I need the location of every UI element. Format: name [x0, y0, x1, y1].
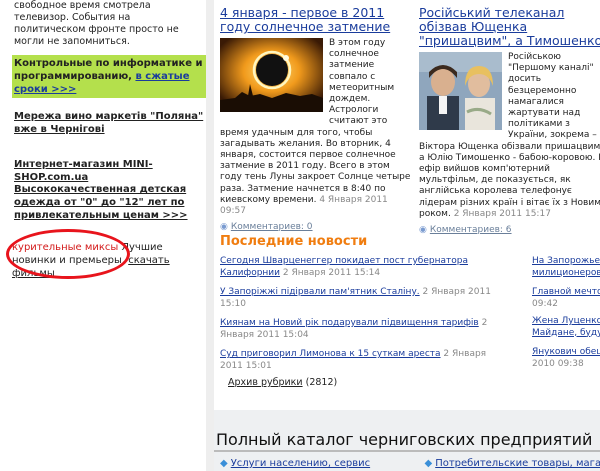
comment-icon: ◉ — [419, 225, 427, 236]
catalog-band: Полный каталог черниговских предприятий … — [214, 410, 600, 471]
goods-icon: ◆ — [424, 458, 433, 469]
services-icon: ◆ — [220, 458, 228, 469]
article-2-date: 2 Января 2011 15:17 — [453, 208, 551, 219]
ad-link-polyana[interactable]: Мережа вино маркетів "Поляна" вже в Черн… — [14, 110, 204, 136]
catalog-title: Полный каталог черниговских предприятий — [216, 430, 593, 449]
ad-link-mini-shop[interactable]: Интернет-магазин MINI-SHOP.com.ua — [14, 158, 204, 184]
archive: Архив рубрики (2812) — [228, 377, 337, 388]
article-1-comments[interactable]: ◉ Комментариев: 0 — [220, 222, 414, 232]
left-sidebar: свободное время смотрела телевизор. Собы… — [0, 0, 206, 471]
main-content: 4 января - первое в 2011 году солнечное … — [214, 0, 600, 410]
catalog-link-services[interactable]: Услуги населению, сервис — [231, 458, 370, 469]
article-1: 4 января - первое в 2011 году солнечное … — [220, 6, 414, 232]
list-item: Киянам на Новий рік подарували підвищенн… — [220, 318, 488, 340]
article-2: Російський телеканал обізвав Ющенка "при… — [419, 6, 600, 235]
news-link[interactable]: Майдане, будут — [532, 328, 600, 338]
promo-block[interactable]: Контрольные по информатике и программиро… — [12, 55, 206, 98]
latest-news-list: Сегодня Шварценеггер покидает пост губер… — [220, 256, 504, 380]
right-news-list: На Запорожье м милиционеров Главной мечт… — [532, 256, 600, 370]
archive-count: (2812) — [305, 377, 338, 388]
article-2-comments[interactable]: ◉ Комментариев: 6 — [419, 225, 600, 235]
list-item: Сегодня Шварценеггер покидает пост губер… — [220, 256, 468, 278]
column-divider — [206, 0, 214, 471]
news-link[interactable]: Главной мечто — [532, 287, 600, 297]
list-item: Суд приговорил Лимонова к 15 суткам арес… — [220, 349, 487, 371]
ad-link-kids-clothes[interactable]: Высококачественная детская одежда от "0"… — [14, 183, 204, 222]
list-item: У Запоріжжі підірвали пам'ятник Сталіну.… — [220, 287, 491, 309]
archive-link[interactable]: Архив рубрики — [228, 377, 303, 388]
news-link[interactable]: Киянам на Новий рік подарували підвищенн… — [220, 318, 479, 328]
eclipse-photo[interactable] — [220, 38, 323, 115]
catalog-link-goods[interactable]: Потребительские товары, магазины — [435, 458, 600, 469]
latest-news-heading: Последние новости — [220, 234, 368, 249]
article-2-title[interactable]: Російський телеканал обізвав Ющенка "при… — [419, 6, 600, 48]
catalog-links: ◆ Услуги населению, сервис ◆ Потребительск… — [220, 458, 600, 469]
comment-icon: ◉ — [220, 222, 228, 233]
intro-text: свободное время смотрела телевизор. Собы… — [14, 0, 179, 47]
news-link[interactable]: На Запорожье м — [532, 256, 600, 266]
article-1-title[interactable]: 4 января - первое в 2011 году солнечное … — [220, 6, 414, 34]
politicians-photo[interactable] — [419, 52, 502, 133]
news-link[interactable]: милиционеров — [532, 268, 600, 278]
news-link[interactable]: Суд приговорил Лимонова к 15 суткам арес… — [220, 349, 441, 359]
news-link[interactable]: У Запоріжжі підірвали пам'ятник Сталіну. — [220, 287, 420, 297]
news-link[interactable]: Янукович обещ — [532, 347, 600, 357]
news-link[interactable]: Жена Луценко — [532, 316, 600, 326]
annotation-oval — [6, 229, 130, 279]
catalog-divider — [214, 450, 600, 452]
